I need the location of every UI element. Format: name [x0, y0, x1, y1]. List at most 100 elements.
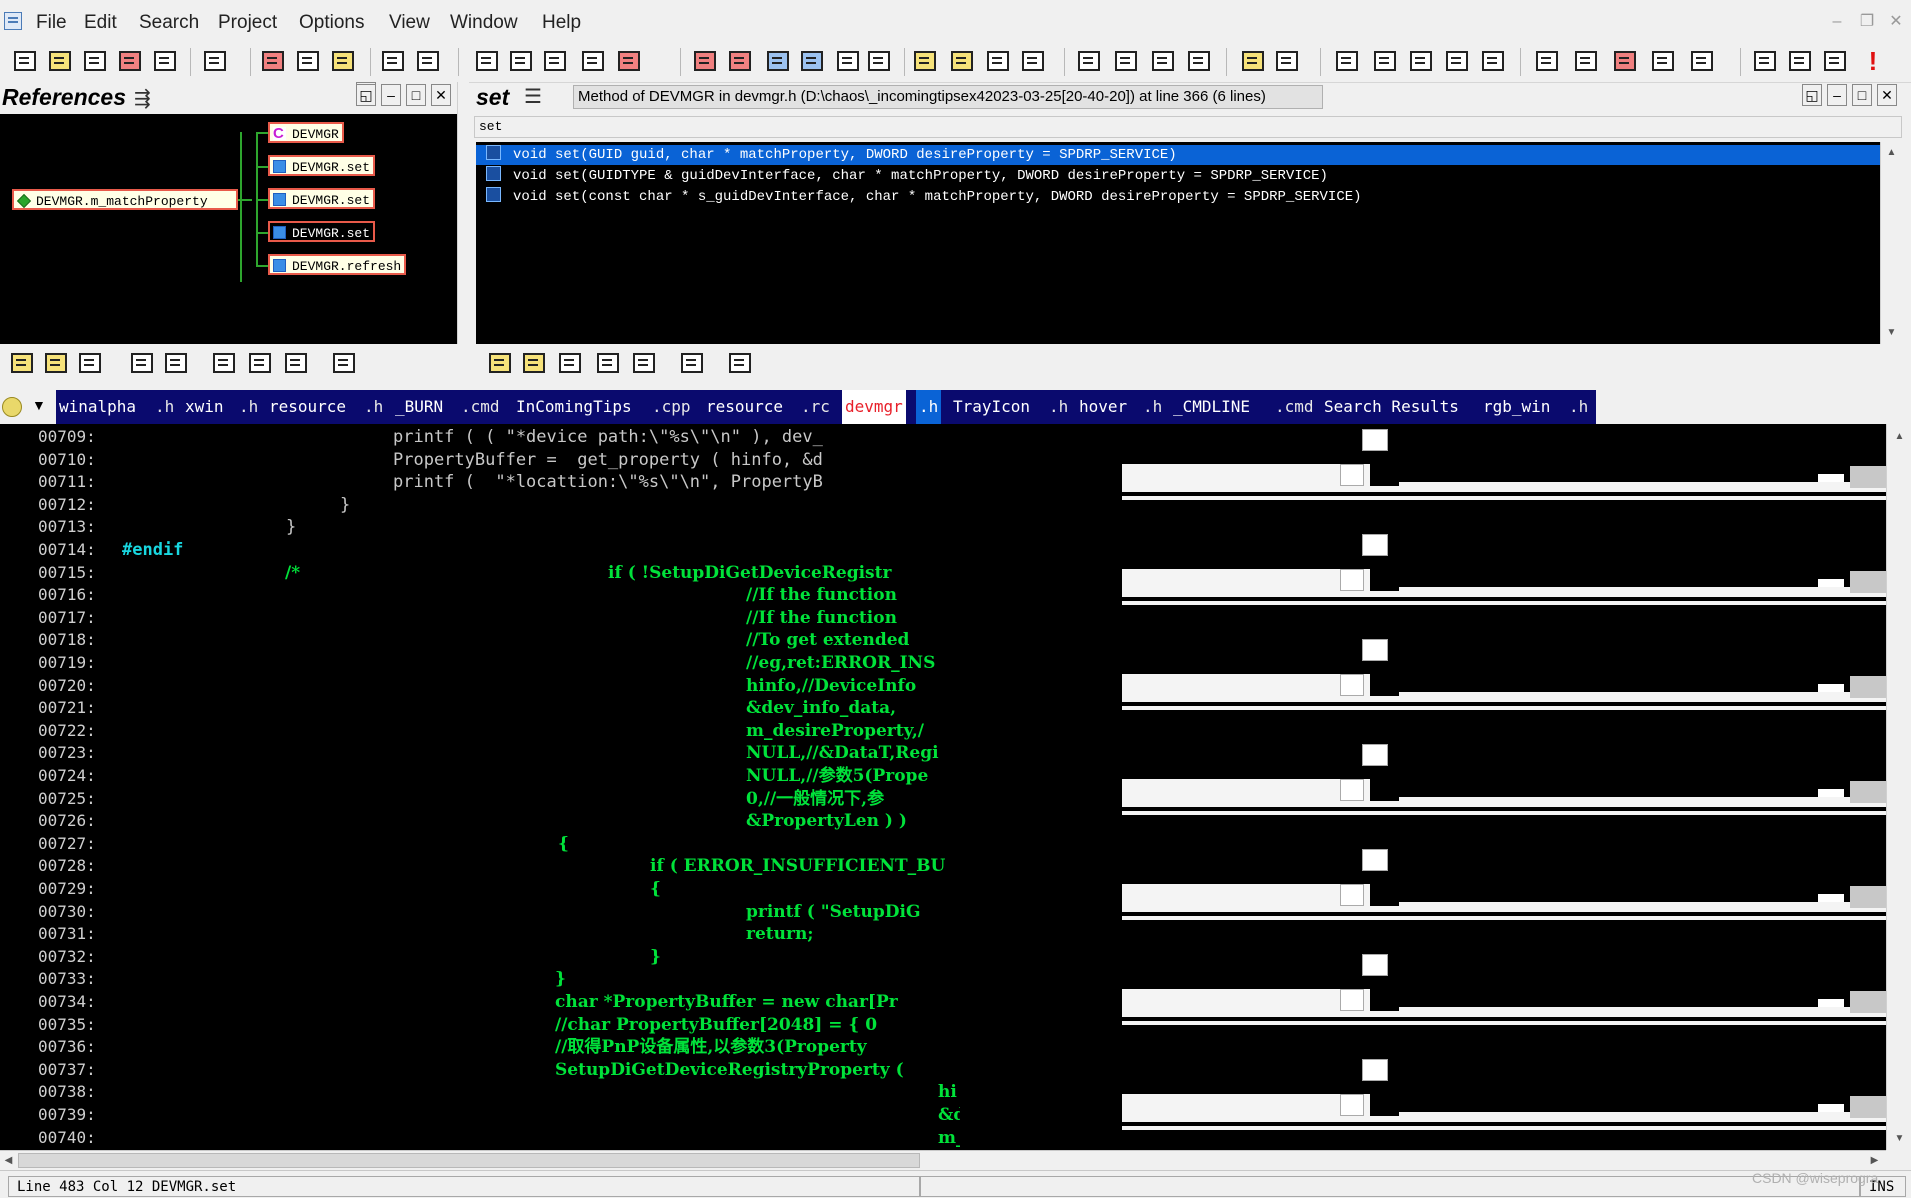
tab-resource-rc-ext[interactable]: .rc: [798, 390, 833, 424]
code-line[interactable]: 00726: &PropertyLen ) ): [0, 810, 1120, 832]
references-mode-icon[interactable]: ⇶: [134, 86, 151, 111]
layout-3-icon[interactable]: [1148, 46, 1178, 76]
ref-properties-icon[interactable]: [330, 348, 358, 378]
layout-4-icon[interactable]: [1184, 46, 1214, 76]
find-prev-icon[interactable]: [506, 46, 536, 76]
code-line[interactable]: 00729: {: [0, 878, 1120, 900]
tab-devmgr-ext[interactable]: .h: [916, 390, 942, 424]
minimize-icon[interactable]: –: [1825, 12, 1849, 32]
minimize-panel-icon[interactable]: –: [1827, 84, 1847, 106]
symbol-list-row[interactable]: void set(GUIDTYPE & guidDevInterface, ch…: [476, 166, 1880, 186]
tab-devmgr[interactable]: devmgr: [842, 390, 906, 424]
forward-arrow-icon[interactable]: [797, 46, 827, 76]
menu-edit[interactable]: Edit: [84, 12, 117, 34]
alert-icon[interactable]: !: [1858, 46, 1888, 76]
layout-2-icon[interactable]: [1111, 46, 1141, 76]
link-icon[interactable]: [1332, 46, 1362, 76]
panel-splitter[interactable]: [457, 82, 469, 344]
symbol-list-row[interactable]: void set(GUID guid, char * matchProperty…: [476, 145, 1880, 165]
scroll-thumb[interactable]: [18, 1153, 920, 1168]
new-file-icon[interactable]: [10, 46, 40, 76]
find-icon[interactable]: [472, 46, 502, 76]
browse-icon[interactable]: [983, 46, 1013, 76]
layout-1-icon[interactable]: [1074, 46, 1104, 76]
tree-node-method[interactable]: DEVMGR.refresh: [268, 254, 407, 275]
lock-icon[interactable]: [128, 348, 156, 378]
symbol-new-icon[interactable]: [520, 348, 548, 378]
print-icon[interactable]: [200, 46, 230, 76]
package-icon[interactable]: [1820, 46, 1850, 76]
tree-node-method[interactable]: DEVMGR.set: [268, 155, 376, 176]
code-line[interactable]: 00712:}: [0, 494, 1120, 516]
tab-burn[interactable]: _BURN: [392, 390, 446, 424]
replace-icon[interactable]: [614, 46, 644, 76]
project-add-icon[interactable]: [1571, 46, 1601, 76]
hierarchy-icon[interactable]: [1442, 46, 1472, 76]
close-icon[interactable]: ✕: [1884, 12, 1908, 32]
tab-search-results[interactable]: Search Results: [1321, 390, 1462, 424]
code-line[interactable]: 00719: //eg,ret:ERROR_INS: [0, 652, 1120, 674]
code-line[interactable]: 00739: &d: [0, 1104, 1120, 1126]
jump-list-icon[interactable]: [864, 46, 894, 76]
code-line[interactable]: 00728: if ( ERROR_INSUFFICIENT_BU: [0, 855, 1120, 877]
close-panel-icon[interactable]: ✕: [431, 84, 451, 106]
code-line[interactable]: 00715: /* if ( !SetupDiGetDeviceRegistr: [0, 562, 1120, 584]
rename-icon[interactable]: [630, 348, 658, 378]
tab-incomingtips-ext[interactable]: .cpp: [649, 390, 694, 424]
code-line[interactable]: 00734: char *PropertyBuffer = new char[Pr: [0, 991, 1120, 1013]
tab-hover[interactable]: hover: [1076, 390, 1130, 424]
symbol-list-scrollbar[interactable]: ▲ ▼: [1880, 142, 1902, 344]
code-line[interactable]: 00736: //取得PnP设备属性,以参数3(Property: [0, 1036, 1120, 1058]
symbol-list-row[interactable]: void set(const char * s_guidDevInterface…: [476, 187, 1880, 207]
menu-file[interactable]: File: [36, 12, 67, 34]
scroll-right-icon[interactable]: ▶: [1866, 1152, 1883, 1169]
code-line[interactable]: 00710: PropertyBuffer = get_property ( hi…: [0, 449, 1120, 471]
tab-rgb-win[interactable]: rgb_win: [1480, 390, 1553, 424]
tab-burn-ext[interactable]: .cmd: [458, 390, 503, 424]
symbol-lookup-icon[interactable]: [486, 348, 514, 378]
code-line[interactable]: 00735: //char PropertyBuffer[2048] = { 0: [0, 1014, 1120, 1036]
code-line[interactable]: 00725: 0,//一般情况下,参: [0, 788, 1120, 810]
code-line[interactable]: 00711: printf ( "*locattion:\"%s\"\n", Pr…: [0, 471, 1120, 493]
code-line[interactable]: 00709: printf ( ( "*device path:\"%s\"\n"…: [0, 426, 1120, 448]
tab-cmdline[interactable]: _CMDLINE: [1170, 390, 1253, 424]
ref-lookup-icon[interactable]: [8, 348, 36, 378]
redo-icon[interactable]: [413, 46, 443, 76]
code-line[interactable]: 00740: m_: [0, 1127, 1120, 1149]
symbol-properties-icon[interactable]: [726, 348, 754, 378]
save-all-icon[interactable]: [150, 46, 180, 76]
maximize-panel-icon[interactable]: □: [1852, 84, 1872, 106]
tree-node-method-selected[interactable]: DEVMGR.set: [268, 221, 376, 242]
code-line[interactable]: 00731: return;: [0, 923, 1120, 945]
open-folder-icon[interactable]: [45, 46, 75, 76]
code-line[interactable]: 00724: NULL,//参数5(Prope: [0, 765, 1120, 787]
code-line[interactable]: 00732:}: [0, 946, 1120, 968]
code-line[interactable]: 00738: hi: [0, 1081, 1120, 1103]
tab-cmdline-ext[interactable]: .cmd: [1272, 390, 1317, 424]
symbol-lookup-icon[interactable]: [910, 46, 940, 76]
chevron-down-icon[interactable]: ▼: [32, 397, 46, 413]
code-line[interactable]: 00713:}: [0, 516, 1120, 538]
bookmark-next-icon[interactable]: [725, 46, 755, 76]
references-icon[interactable]: [1018, 46, 1048, 76]
tree-node-method[interactable]: DEVMGR.set: [268, 188, 376, 209]
code-line[interactable]: 00721: &dev_info_data,: [0, 697, 1120, 719]
symbol-options-icon[interactable]: ☰: [524, 84, 542, 109]
outline-icon[interactable]: [1370, 46, 1400, 76]
tab-trayicon-ext[interactable]: .h: [1046, 390, 1071, 424]
menu-help[interactable]: Help: [542, 12, 581, 34]
code-line[interactable]: 00737: SetupDiGetDeviceRegistryProperty (: [0, 1059, 1120, 1081]
tab-rgb-win-ext[interactable]: .h: [1566, 390, 1591, 424]
bookmark-prev-icon[interactable]: [690, 46, 720, 76]
restore-icon[interactable]: ❐: [1855, 12, 1879, 32]
project-remove-icon[interactable]: [1610, 46, 1640, 76]
maximize-panel-icon[interactable]: □: [406, 84, 426, 106]
code-line[interactable]: 00718: //To get extended: [0, 629, 1120, 651]
tree-icon[interactable]: [1406, 46, 1436, 76]
undo-icon[interactable]: [378, 46, 408, 76]
tree-node-root[interactable]: DEVMGR.m_matchProperty: [12, 189, 238, 210]
scroll-down-icon[interactable]: ▼: [1883, 324, 1900, 341]
scroll-down-icon[interactable]: ▼: [1891, 1130, 1908, 1147]
scroll-up-icon[interactable]: ▲: [1883, 144, 1900, 161]
float-panel-icon[interactable]: ◱: [1802, 84, 1822, 106]
